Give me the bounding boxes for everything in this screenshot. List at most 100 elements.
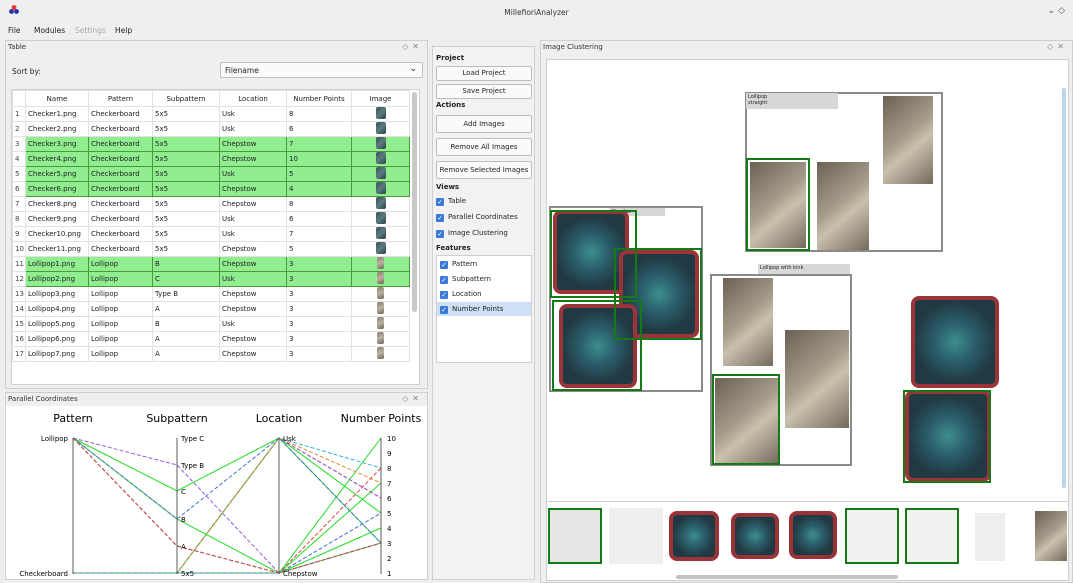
pc-line[interactable] [72, 437, 382, 544]
feature-pattern-checkbox[interactable]: ✓ Pattern [440, 260, 477, 269]
pc-line[interactable] [73, 437, 382, 574]
pc-line[interactable] [72, 437, 382, 544]
table-cell: Chepstow [219, 286, 287, 302]
table-row[interactable]: 2 Checker2.png Checkerboard 5x5 Usk 6 [12, 121, 410, 137]
pc-line[interactable] [73, 437, 382, 574]
feature-number-points-checkbox[interactable]: ✓ Number Points [437, 302, 531, 316]
table-cell: 3 [286, 256, 352, 272]
view-ic-checkbox[interactable]: ✓ Image Clustering [436, 229, 508, 238]
thumbnail[interactable] [609, 508, 663, 564]
menu-file[interactable]: File [8, 26, 21, 35]
pc-tick-label: 5x5 [181, 570, 194, 578]
save-project-button[interactable]: Save Project [436, 84, 532, 99]
panel-controls[interactable]: ◇✕ [402, 42, 423, 51]
pc-line[interactable] [72, 437, 382, 574]
table-cell-image [351, 181, 410, 197]
stone-image[interactable] [785, 330, 849, 428]
table-cell: 5 [286, 241, 352, 257]
table-row[interactable]: 13 Lollipop3.png Lollipop Type B Chepstow 3 [12, 286, 410, 302]
table-row[interactable]: 16 Lollipop6.png Lollipop A Chepstow 3 [12, 331, 410, 347]
table-row[interactable]: 14 Lollipop4.png Lollipop A Chepstow 3 [12, 301, 410, 317]
table-row[interactable]: 6 Checker6.png Checkerboard 5x5 Chepstow 4 [12, 181, 410, 197]
table-row[interactable]: 17 Lollipop7.png Lollipop A Chepstow 3 [12, 346, 410, 362]
table-row[interactable]: 4 Checker4.png Checkerboard 5x5 Chepstow 10 [12, 151, 410, 167]
thumbnail[interactable] [789, 511, 837, 559]
header-name[interactable]: Name [25, 90, 89, 107]
table-row[interactable]: 8 Checker9.png Checkerboard 5x5 Usk 6 [12, 211, 410, 227]
header-image[interactable]: Image [351, 90, 410, 107]
pc-line[interactable] [72, 437, 382, 574]
thumbnail[interactable] [548, 508, 602, 564]
table-cell: 5x5 [152, 241, 220, 257]
pc-line[interactable] [72, 437, 382, 574]
canvas-scrollbar-v[interactable] [1062, 88, 1066, 488]
strip-scrollbar[interactable] [676, 575, 898, 579]
thumbnail[interactable] [905, 508, 959, 564]
table-cell: Checker10.png [25, 226, 89, 242]
pc-line[interactable] [73, 467, 382, 574]
remove-selected-images-button[interactable]: Remove Selected Images [436, 161, 532, 179]
add-images-button[interactable]: Add Images [436, 115, 532, 133]
thumbnail-image [375, 137, 386, 149]
table-row[interactable]: 1 Checker1.png Checkerboard 5x5 Usk 8 [12, 106, 410, 122]
feature-pattern-label: Pattern [452, 260, 478, 268]
table-row[interactable]: 12 Lollipop2.png Lollipop C Usk 3 [12, 271, 410, 287]
table-row[interactable]: 7 Checker8.png Checkerboard 5x5 Chepstow 8 [12, 196, 410, 212]
menu-help[interactable]: Help [115, 26, 132, 35]
pc-line[interactable] [73, 527, 382, 574]
pc-line[interactable] [73, 437, 382, 574]
table-row[interactable]: 9 Checker10.png Checkerboard 5x5 Usk 7 [12, 226, 410, 242]
stone-image[interactable] [817, 162, 869, 250]
pc-line[interactable] [72, 437, 382, 574]
pc-line[interactable] [73, 437, 382, 574]
thumbnail[interactable] [669, 511, 719, 561]
table-row[interactable]: 3 Checker3.png Checkerboard 5x5 Chepstow 7 [12, 136, 410, 152]
load-project-button[interactable]: Load Project [436, 66, 532, 81]
menu-settings[interactable]: Settings [75, 26, 106, 35]
table-cell-image [351, 121, 410, 137]
sort-select[interactable]: Filename ⌄ [220, 62, 423, 78]
stone-image[interactable] [723, 278, 773, 366]
view-pc-checkbox[interactable]: ✓ Parallel Coordinates [436, 213, 518, 222]
table-scrollbar[interactable] [412, 92, 417, 312]
panel-controls[interactable]: ◇✕ [1047, 42, 1068, 51]
pc-line[interactable] [73, 512, 382, 574]
table-row[interactable]: 10 Checker11.png Checkerboard 5x5 Chepstow 5 [12, 241, 410, 257]
feature-subpattern-checkbox[interactable]: ✓ Subpattern [440, 275, 491, 284]
panel-controls[interactable]: ◇✕ [402, 394, 423, 403]
feature-location-checkbox[interactable]: ✓ Location [440, 290, 482, 299]
table-cell: 5x5 [152, 226, 220, 242]
header-location[interactable]: Location [219, 90, 287, 107]
pc-tick-label: 6 [387, 495, 392, 503]
pc-line[interactable] [73, 437, 382, 574]
table-row[interactable]: 5 Checker5.png Checkerboard 5x5 Usk 5 [12, 166, 410, 182]
table-row[interactable]: 11 Lollipop1.png Lollipop B Chepstow 3 [12, 256, 410, 272]
stone-image[interactable] [883, 96, 933, 184]
window-controls[interactable]: ⌄ ◇ [1048, 6, 1065, 16]
remove-all-images-button[interactable]: Remove All Images [436, 138, 532, 156]
view-table-checkbox[interactable]: ✓ Table [436, 197, 466, 206]
table-cell: Lollipop [88, 256, 153, 272]
features-list: ✓ Pattern ✓ Subpattern ✓ Location ✓ Number P… [436, 255, 532, 363]
check-icon: ✓ [436, 214, 444, 222]
thumbnail[interactable] [975, 513, 1005, 561]
header-number-points[interactable]: Number Points [286, 90, 352, 107]
table-row[interactable]: 15 Lollipop5.png Lollipop B Usk 3 [12, 316, 410, 332]
header-subpattern[interactable]: Subpattern [152, 90, 220, 107]
menu-modules[interactable]: Modules [34, 26, 65, 35]
table-cell: Lollipop [88, 331, 153, 347]
thumbnail[interactable] [731, 513, 779, 559]
pc-line[interactable] [72, 437, 382, 574]
table-cell: 5x5 [152, 106, 220, 122]
header-pattern[interactable]: Pattern [88, 90, 153, 107]
thumbnail[interactable] [845, 508, 899, 564]
pc-tick-label: 3 [387, 540, 391, 548]
pc-tick-label: Lollipop [41, 435, 69, 443]
thumbnail[interactable] [1035, 511, 1067, 561]
table-cell: 7 [286, 226, 352, 242]
checker-image[interactable] [911, 296, 999, 388]
pc-line[interactable] [73, 437, 382, 574]
clustering-canvas[interactable]: Lollipop straight Checker Lollipop with … [546, 59, 1069, 535]
table-cell-image [351, 316, 410, 332]
section-views: Views [436, 183, 460, 191]
